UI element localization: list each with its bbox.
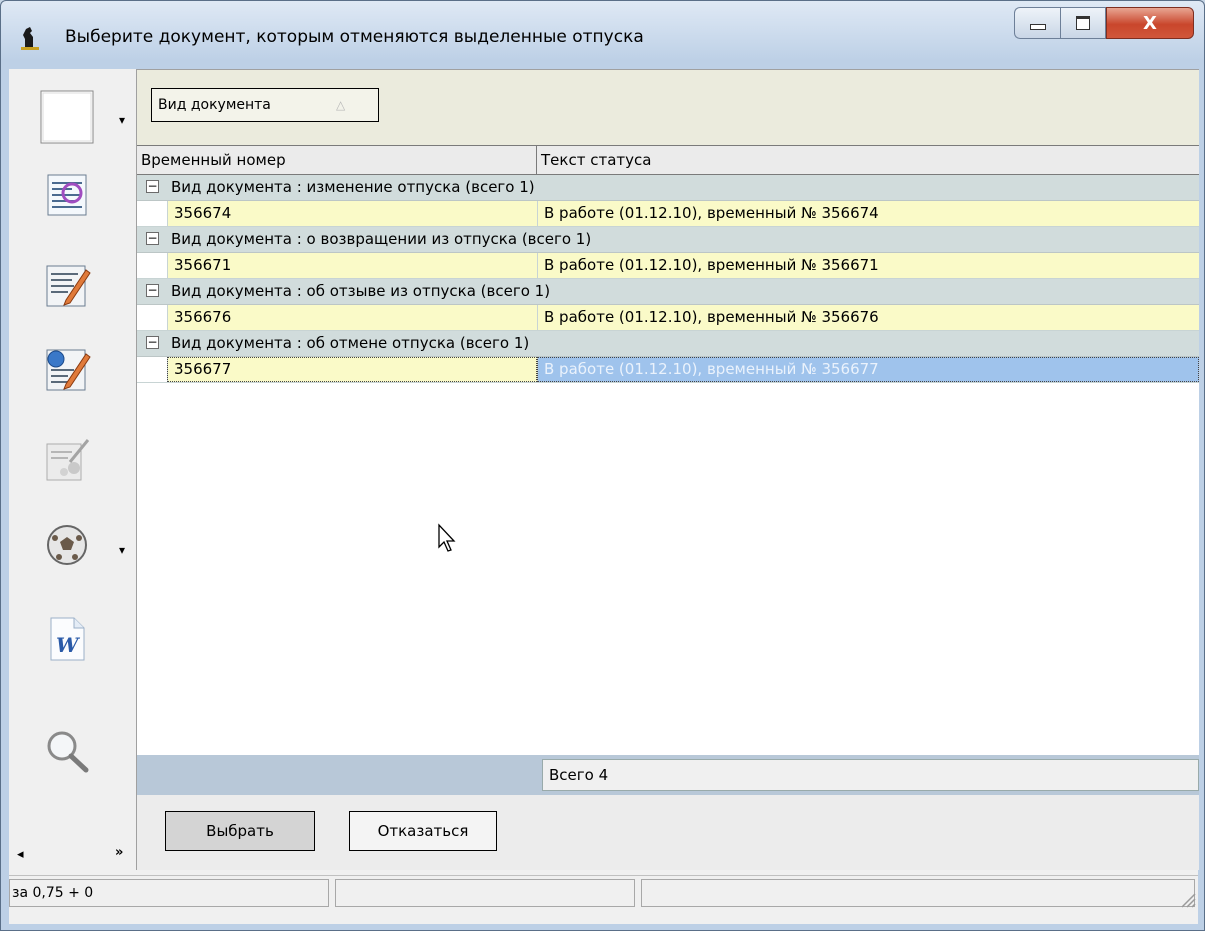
edit-document-tool[interactable]: [37, 255, 97, 315]
group-label: Вид документа : о возвращении из отпуска…: [171, 230, 592, 248]
scroll-left-icon[interactable]: ◂: [17, 847, 24, 862]
edit-document-update-tool[interactable]: [37, 339, 97, 399]
grid-footer: Всего 4: [137, 755, 1199, 795]
app-icon: [21, 27, 39, 50]
cell-status: В работе (01.12.10), временный № 356674: [537, 201, 1199, 226]
collapse-icon[interactable]: −: [146, 336, 159, 349]
new-document-dropdown[interactable]: ▾: [119, 113, 125, 127]
table-row[interactable]: 356671 В работе (01.12.10), временный № …: [137, 253, 1199, 279]
collapse-icon[interactable]: −: [146, 180, 159, 193]
edit-document-icon: [46, 265, 91, 307]
vertical-toolbar: ▾ ▾ W ◂ »: [9, 69, 133, 869]
group-label: Вид документа : об отзыве из отпуска (вс…: [171, 282, 551, 300]
cell-number: 356674: [167, 201, 537, 226]
group-by-label: Вид документа: [158, 97, 271, 113]
cell-number: 356677: [167, 357, 537, 382]
table-row-selected[interactable]: 356677 В работе (01.12.10), временный № …: [137, 357, 1199, 383]
group-label: Вид документа : об отмене отпуска (всего…: [171, 334, 530, 352]
group-by-chip[interactable]: Вид документа △: [151, 88, 379, 122]
blank-document-icon: [40, 90, 94, 144]
window-title: Выберите документ, которым отменяются вы…: [65, 27, 644, 47]
collapse-icon[interactable]: −: [146, 232, 159, 245]
documents-panel: Вид документа △ Временный номер Текст ст…: [136, 69, 1199, 870]
search-icon: [47, 731, 89, 773]
resize-grip-icon[interactable]: [1178, 890, 1196, 908]
svg-text:W: W: [56, 633, 81, 657]
group-row[interactable]: − Вид документа : о возвращении из отпус…: [137, 227, 1199, 253]
mouse-cursor-icon: [438, 523, 456, 552]
cell-status: В работе (01.12.10), временный № 356671: [537, 253, 1199, 278]
cell-status: В работе (01.12.10), временный № 356677: [537, 357, 1199, 382]
edit-document-refresh-icon: [46, 349, 91, 391]
group-row[interactable]: − Вид документа : об отзыве из отпуска (…: [137, 279, 1199, 305]
close-icon: X: [1143, 12, 1157, 34]
cell-number: 356676: [167, 305, 537, 330]
status-panel-3: [641, 879, 1195, 907]
ball-icon: [47, 525, 87, 565]
group-label: Вид документа : изменение отпуска (всего…: [171, 178, 535, 196]
search-tool[interactable]: [37, 721, 97, 781]
sort-asc-icon: △: [336, 98, 346, 112]
button-bar: Выбрать Отказаться: [137, 795, 1199, 870]
open-document-tool[interactable]: [37, 165, 97, 225]
dialog-client-area: ▾ ▾ W ◂ » Вид документа △ Временный номе…: [9, 69, 1199, 924]
status-panel-timing: за 0,75 + 0: [9, 879, 329, 907]
export-word-tool[interactable]: W: [37, 609, 97, 669]
cell-status: В работе (01.12.10), временный № 356676: [537, 305, 1199, 330]
table-row[interactable]: 356674 В работе (01.12.10), временный № …: [137, 201, 1199, 227]
column-header-status[interactable]: Текст статуса: [537, 146, 1199, 175]
maximize-icon: [1076, 16, 1090, 30]
cancel-button[interactable]: Отказаться: [349, 811, 497, 851]
close-button[interactable]: X: [1106, 7, 1194, 39]
document-text-icon: [47, 174, 87, 216]
group-by-panel: Вид документа △: [137, 70, 1199, 145]
group-row[interactable]: − Вид документа : об отмене отпуска (все…: [137, 331, 1199, 357]
status-panel-2: [335, 879, 635, 907]
cell-number: 356671: [167, 253, 537, 278]
title-bar[interactable]: Выберите документ, которым отменяются вы…: [1, 1, 1204, 63]
minimize-button[interactable]: [1014, 7, 1060, 39]
minimize-icon: [1029, 24, 1046, 30]
toolbar-scroll: ◂ »: [9, 845, 133, 867]
settings-tools-icon: [46, 439, 90, 481]
new-document-tool[interactable]: [37, 87, 97, 147]
documents-grid: Временный номер Текст статуса − Вид доку…: [137, 145, 1199, 755]
select-button[interactable]: Выбрать: [165, 811, 315, 851]
status-bar: за 0,75 + 0: [9, 875, 1198, 910]
maximize-button[interactable]: [1060, 7, 1106, 39]
more-tools-icon[interactable]: »: [115, 845, 123, 860]
collapse-icon[interactable]: −: [146, 284, 159, 297]
group-row[interactable]: − Вид документа : изменение отпуска (все…: [137, 175, 1199, 201]
ball-dropdown[interactable]: ▾: [119, 543, 125, 557]
total-count: Всего 4: [542, 759, 1199, 791]
ball-tool[interactable]: [37, 515, 97, 575]
settings-tool[interactable]: [37, 429, 97, 489]
grid-header: Временный номер Текст статуса: [137, 145, 1199, 175]
table-row[interactable]: 356676 В работе (01.12.10), временный № …: [137, 305, 1199, 331]
column-header-number[interactable]: Временный номер: [137, 146, 537, 175]
dialog-window: Выберите документ, которым отменяются вы…: [0, 0, 1205, 931]
word-icon: W: [50, 617, 85, 661]
